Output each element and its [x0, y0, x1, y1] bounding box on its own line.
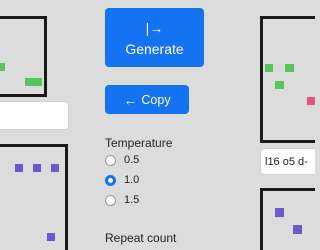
pink-cell	[307, 97, 315, 105]
repeat-count-label: Repeat count	[105, 231, 177, 245]
grid-panel-top-right	[260, 16, 315, 143]
app-root: |→ Generate ← Copy Temperature 0.5 1.0 1…	[0, 0, 315, 250]
radio-label: 1.0	[124, 174, 140, 186]
grid-panel-top-left	[0, 16, 47, 97]
generate-label: Generate	[125, 40, 184, 57]
grid-panel-bottom-right	[260, 188, 315, 250]
radio-button[interactable]	[105, 194, 116, 206]
radio-label: 1.5	[124, 194, 140, 206]
generate-button[interactable]: |→ Generate	[105, 8, 204, 67]
radio-label: 0.5	[124, 154, 140, 166]
arrow-left-icon: ←	[123, 91, 138, 108]
purple-cell	[33, 164, 41, 172]
green-cell	[25, 78, 42, 86]
temperature-label: Temperature	[105, 136, 173, 150]
purple-cell	[47, 233, 55, 241]
insert-arrow-icon: |→	[145, 19, 164, 36]
copy-label: Copy	[141, 92, 171, 107]
right-field-value: l16 o5 d-	[265, 155, 308, 168]
purple-cell	[15, 164, 23, 172]
radio-button-selected[interactable]	[105, 174, 116, 186]
grid-panel-bottom-left	[0, 144, 68, 250]
green-cell	[285, 64, 294, 72]
green-cell	[275, 81, 284, 89]
left-text-field[interactable]	[0, 101, 69, 130]
purple-cell	[293, 225, 302, 234]
copy-button[interactable]: ← Copy	[105, 85, 189, 114]
purple-cell	[51, 164, 59, 172]
green-cell	[265, 64, 273, 72]
radio-button[interactable]	[105, 154, 116, 166]
temperature-option-1-5[interactable]: 1.5	[105, 194, 139, 206]
temperature-option-0-5[interactable]: 0.5	[105, 154, 139, 166]
green-cell	[0, 63, 5, 71]
right-text-field[interactable]: l16 o5 d-	[260, 148, 315, 175]
purple-cell	[275, 208, 284, 217]
temperature-option-1-0[interactable]: 1.0	[105, 174, 139, 186]
